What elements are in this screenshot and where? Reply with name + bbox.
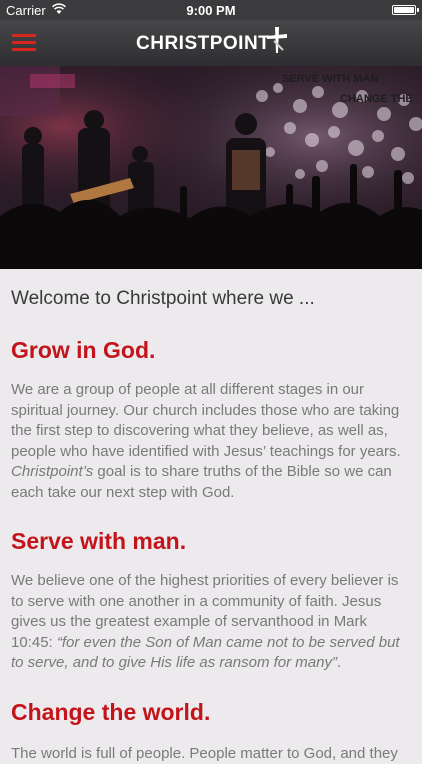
section-title-grow: Grow in God. [11, 336, 411, 364]
section-title-change: Change the world. [11, 698, 411, 726]
section-body-serve: We believe one of the highest priorities… [11, 571, 411, 674]
logo-text: CHRISTPOINT [136, 33, 270, 55]
cross-icon [264, 25, 290, 55]
section-body-change: The world is full of people. People matt… [11, 744, 411, 764]
christpoint-logo: CHRISTPOINT [136, 31, 290, 57]
clock-time: 9:00 PM [0, 3, 422, 18]
hero-image: SERVE WITH MAN CHANGE THE [0, 66, 422, 269]
main-content: Welcome to Christpoint where we ... Grow… [0, 269, 422, 764]
worship-band-photo: SERVE WITH MAN CHANGE THE [0, 66, 422, 269]
navbar: CHRISTPOINT [0, 20, 422, 66]
menu-icon[interactable] [12, 33, 38, 53]
hero-overlay-line2: CHANGE THE [340, 93, 413, 105]
section-title-serve: Serve with man. [11, 527, 411, 555]
welcome-heading: Welcome to Christpoint where we ... [11, 288, 411, 310]
battery-icon [392, 5, 416, 15]
section-body-grow: We are a group of people at all differen… [11, 380, 411, 503]
hero-overlay-line1: SERVE WITH MAN [282, 73, 378, 85]
status-bar: Carrier 9:00 PM [0, 0, 422, 20]
